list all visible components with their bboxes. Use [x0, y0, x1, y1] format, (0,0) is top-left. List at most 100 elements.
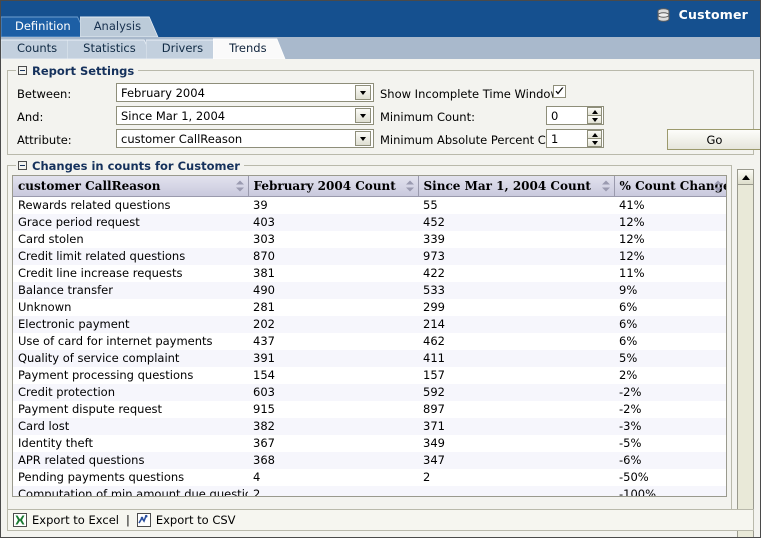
min-abs-pct-spin-buttons[interactable] [587, 130, 602, 147]
table-row[interactable]: Electronic payment 202 214 6% [13, 315, 726, 333]
table-cell: -2% [614, 383, 726, 401]
table-cell: 39 [248, 196, 418, 214]
sort-indicator-icon[interactable] [601, 180, 610, 192]
table-row[interactable]: Rewards related questions 39 55 41% [13, 196, 726, 214]
scroll-up-button[interactable] [738, 170, 753, 185]
table-cell: 12% [614, 230, 726, 248]
export-to-csv-button[interactable]: Export to CSV [136, 513, 236, 527]
sort-indicator-icon[interactable] [714, 180, 722, 192]
min-abs-pct-value: 1 [551, 131, 559, 146]
table-cell: -3% [614, 417, 726, 435]
column-header-since-march-count[interactable]: Since Mar 1, 2004 Count [418, 176, 615, 197]
tab-definition[interactable]: Definition [1, 15, 89, 37]
spin-down-icon[interactable] [587, 139, 602, 147]
column-header-february-count[interactable]: February 2004 Count [248, 176, 419, 197]
and-value: Since Mar 1, 2004 [121, 108, 226, 123]
table-cell: 870 [248, 247, 418, 265]
table-row[interactable]: APR related questions 368 347 -6% [13, 451, 726, 469]
table-cell: 915 [248, 400, 418, 418]
spin-up-icon[interactable] [587, 130, 602, 139]
database-icon [656, 7, 671, 22]
table-row[interactable]: Grace period request 403 452 12% [13, 213, 726, 231]
table-cell: 339 [418, 230, 614, 248]
excel-icon [13, 513, 27, 527]
column-header-pct-change-label: % Count Change [619, 179, 727, 193]
minus-box-icon[interactable] [18, 66, 27, 75]
table-row[interactable]: Credit line increase requests 381 422 11% [13, 264, 726, 282]
attribute-select[interactable]: customer CallReason [116, 129, 374, 148]
between-label: Between: [17, 87, 72, 101]
results-legend: Changes in counts for Customer [16, 159, 244, 173]
application-window: Customer Definition Analysis Counts Stat… [0, 0, 761, 538]
check-icon [555, 87, 564, 95]
results-panel: Changes in counts for Customer customer … [7, 159, 732, 531]
results-grid: customer CallReason February 2004 Count [12, 175, 727, 497]
chevron-down-icon[interactable] [355, 85, 371, 100]
primary-tab-strip: Definition Analysis [1, 13, 159, 37]
tab-statistics[interactable]: Statistics [67, 38, 156, 59]
go-button[interactable]: Go [667, 129, 760, 150]
minimum-count-stepper[interactable]: 0 [546, 106, 604, 125]
tab-drivers[interactable]: Drivers [145, 38, 223, 59]
table-cell: 347 [418, 451, 614, 469]
table-cell: Unknown [13, 298, 248, 316]
table-cell: -50% [614, 468, 726, 486]
table-cell: 391 [248, 349, 418, 367]
table-row[interactable]: Credit limit related questions 870 973 12% [13, 247, 726, 265]
table-cell: 9% [614, 281, 726, 299]
table-row[interactable]: Identity theft 367 349 -5% [13, 434, 726, 452]
tab-trends[interactable]: Trends [213, 38, 286, 59]
table-cell: Computation of min amount due questions [13, 485, 248, 496]
table-cell: 462 [418, 332, 614, 350]
table-row[interactable]: Computation of min amount due questions 2… [13, 485, 726, 496]
show-incomplete-checkbox[interactable] [553, 85, 566, 98]
title-bar-identity: Customer [656, 7, 748, 22]
table-row[interactable]: Balance transfer 490 533 9% [13, 281, 726, 299]
and-select[interactable]: Since Mar 1, 2004 [116, 106, 374, 125]
table-row[interactable]: Pending payments questions 4 2 -50% [13, 468, 726, 486]
minus-box-icon[interactable] [18, 161, 27, 170]
minimum-count-spin-buttons[interactable] [587, 107, 602, 124]
table-cell: Card lost [13, 417, 248, 435]
table-row[interactable]: Quality of service complaint 391 411 5% [13, 349, 726, 367]
table-cell: Credit line increase requests [13, 264, 248, 282]
spin-down-icon[interactable] [587, 116, 602, 124]
spin-up-icon[interactable] [587, 107, 602, 116]
page-title: Customer [678, 7, 748, 22]
column-header-callreason[interactable]: customer CallReason [13, 176, 249, 197]
table-cell: 2 [248, 485, 418, 496]
table-row[interactable]: Payment dispute request 915 897 -2% [13, 400, 726, 418]
table-cell: 411 [418, 349, 614, 367]
sort-indicator-icon[interactable] [405, 180, 414, 192]
secondary-tab-strip: Counts Statistics Drivers Trends [1, 37, 760, 59]
table-cell: Card stolen [13, 230, 248, 248]
table-cell: 55 [418, 196, 614, 214]
table-row[interactable]: Unknown 281 299 6% [13, 298, 726, 316]
chevron-down-icon[interactable] [355, 108, 371, 123]
table-cell: 452 [418, 213, 614, 231]
column-header-pct-change[interactable]: % Count Change [614, 176, 726, 197]
table-cell: 12% [614, 247, 726, 265]
table-row[interactable]: Card lost 382 371 -3% [13, 417, 726, 435]
client-area: Report Settings Between: February 2004 A… [1, 58, 760, 537]
tab-drivers-label: Drivers [161, 41, 204, 55]
tab-counts[interactable]: Counts [1, 38, 77, 59]
table-row[interactable]: Card stolen 303 339 12% [13, 230, 726, 248]
chevron-down-icon[interactable] [355, 131, 371, 146]
export-to-excel-button[interactable]: Export to Excel [13, 513, 119, 527]
table-cell: 897 [418, 400, 614, 418]
table-cell: 603 [248, 383, 418, 401]
table-row[interactable]: Use of card for internet payments 437 462 6… [13, 332, 726, 350]
table-cell: Balance transfer [13, 281, 248, 299]
tab-analysis[interactable]: Analysis [79, 15, 159, 37]
between-select[interactable]: February 2004 [116, 83, 374, 102]
vertical-scrollbar[interactable] [737, 169, 754, 537]
table-cell: 5% [614, 349, 726, 367]
table-cell: Credit protection [13, 383, 248, 401]
table-cell: 6% [614, 332, 726, 350]
table-row[interactable]: Payment processing questions 154 157 2% [13, 366, 726, 384]
sort-indicator-icon[interactable] [235, 180, 244, 192]
min-abs-pct-stepper[interactable]: 1 [546, 129, 604, 148]
table-row[interactable]: Credit protection 603 592 -2% [13, 383, 726, 401]
attribute-label: Attribute: [17, 133, 72, 147]
